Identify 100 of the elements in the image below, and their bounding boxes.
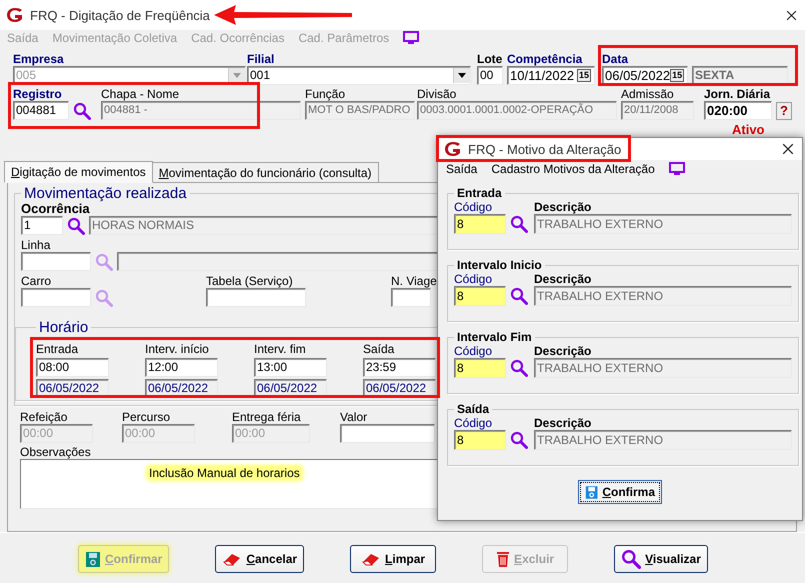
field-label: Código — [454, 272, 492, 286]
calendar-button[interactable]: 15 — [670, 69, 684, 82]
field-label: Código — [454, 200, 492, 214]
search-icon[interactable] — [67, 216, 85, 234]
field-label: Descrição — [534, 200, 592, 214]
field-label: Descrição — [534, 344, 592, 358]
field-label: Tabela (Serviço) — [206, 274, 293, 288]
field-label: Data — [602, 52, 628, 66]
input-field[interactable]: 8 — [454, 286, 506, 306]
time-field[interactable]: 12:00 — [145, 358, 218, 377]
trash-icon — [496, 550, 510, 568]
status-label: Ativo — [732, 122, 764, 137]
time-field[interactable]: 13:00 — [254, 358, 327, 377]
search-icon[interactable] — [510, 215, 528, 233]
action-button[interactable]: Visualizar — [614, 545, 708, 573]
field-label: Jorn. Diária — [704, 87, 770, 101]
field-label: Competência — [507, 52, 582, 66]
search-icon[interactable] — [73, 102, 91, 120]
field-label: Registro — [13, 87, 62, 101]
time-field[interactable]: 23:59 — [363, 358, 436, 377]
field-label: Filial — [247, 52, 274, 66]
field-label: Observações — [20, 445, 91, 459]
eraser-icon — [222, 551, 242, 567]
logo-icon — [6, 7, 24, 23]
readonly-field: 004881 - — [101, 101, 301, 120]
floppy-icon — [85, 550, 101, 568]
search-icon — [621, 549, 642, 569]
field-label: Valor — [340, 410, 368, 424]
field-label: Código — [454, 344, 492, 358]
field-label: Saída — [363, 342, 394, 356]
input-field[interactable]: 00 — [477, 66, 503, 85]
dialog-title: FRQ - Motivo da Alteração — [468, 142, 622, 156]
close-icon[interactable] — [786, 10, 797, 20]
field-label: Refeição — [20, 410, 68, 424]
group-title: Entrada — [456, 186, 503, 200]
field-label: Código — [454, 416, 492, 430]
field-label: Interv. início — [145, 342, 209, 356]
search-icon[interactable] — [510, 287, 528, 305]
field-label: N. Viage — [391, 274, 437, 288]
field-label: Lote — [477, 52, 502, 66]
input-field[interactable] — [206, 288, 306, 307]
menu-item[interactable]: Cadastro Motivos da Alteração — [491, 162, 655, 176]
tooltip: Inclusão Manual de horarios — [147, 466, 302, 480]
readonly-field: TRABALHO EXTERNO — [534, 286, 792, 306]
input-field[interactable] — [21, 288, 91, 307]
confirm-button[interactable]: Confirma — [578, 480, 662, 504]
field-label: Linha — [21, 238, 50, 252]
action-button[interactable]: Limpar — [350, 545, 436, 573]
readonly-field: 20/11/2008 — [621, 101, 694, 120]
group-title: Intervalo Fim — [456, 330, 533, 344]
eraser-icon — [361, 551, 382, 567]
field-label: Função — [305, 87, 346, 101]
time-field[interactable]: 08:00 — [36, 358, 109, 377]
readonly-field: TRABALHO EXTERNO — [534, 358, 792, 378]
dropdown-field[interactable]: 001 — [247, 66, 471, 85]
input-field[interactable] — [21, 252, 91, 271]
input-field[interactable] — [340, 424, 435, 443]
field-label: Entrega féria — [232, 410, 301, 424]
group-title: Saída — [456, 402, 490, 416]
action-button[interactable]: Cancelar — [215, 545, 304, 573]
field-label: Divisão — [417, 87, 456, 101]
calendar-button[interactable]: 15 — [576, 69, 591, 82]
input-field[interactable]: 8 — [454, 358, 506, 378]
readonly-field: TRABALHO EXTERNO — [534, 214, 792, 234]
readonly-field: MOT O BAS/PADRO — [305, 101, 415, 120]
help-button[interactable]: ? — [776, 102, 792, 120]
window-title: FRQ - Digitação de Freqüência — [30, 8, 210, 22]
tab[interactable]: Movimentação do funcionário (consulta) — [152, 162, 379, 182]
field-label: Empresa — [13, 52, 64, 66]
field-label: Descrição — [534, 416, 592, 430]
input-field[interactable]: 1 — [21, 216, 63, 235]
field-label: Chapa - Nome — [101, 87, 180, 101]
close-icon[interactable] — [782, 143, 794, 155]
menu-item[interactable]: Saída — [446, 162, 478, 176]
field-label: Entrada — [36, 342, 78, 356]
group-title: Intervalo Inicio — [456, 258, 543, 272]
search-icon[interactable] — [510, 431, 528, 449]
readonly-field: 0003.0001.0001.0002-OPERAÇÃO — [417, 101, 617, 120]
field-label: Admissão — [621, 87, 674, 101]
monitor-icon[interactable] — [668, 162, 685, 176]
field-label: Descrição — [534, 272, 592, 286]
search-icon[interactable] — [510, 359, 528, 377]
field-label: Percurso — [122, 410, 170, 424]
field-label: Ocorrência — [21, 202, 90, 216]
monitor-icon[interactable] — [403, 31, 420, 45]
readonly-field: TRABALHO EXTERNO — [534, 430, 792, 450]
date-field[interactable]: 10/11/2022 15 — [507, 66, 595, 85]
field-label: Carro — [21, 274, 52, 288]
input-field[interactable]: 8 — [454, 214, 506, 234]
floppy-icon — [585, 484, 598, 500]
group-title: Horário — [38, 319, 90, 336]
group-title: Movimentação realizada — [23, 185, 188, 202]
logo-icon — [444, 141, 462, 157]
dropdown-arrow-icon[interactable] — [458, 73, 466, 78]
field-label: Interv. fim — [254, 342, 306, 356]
input-field[interactable] — [391, 288, 431, 307]
input-field[interactable]: 020:00 — [704, 101, 772, 120]
input-field[interactable]: 004881 — [13, 101, 69, 120]
tab[interactable]: Digitação de movimentos — [4, 161, 153, 183]
input-field[interactable]: 8 — [454, 430, 506, 450]
